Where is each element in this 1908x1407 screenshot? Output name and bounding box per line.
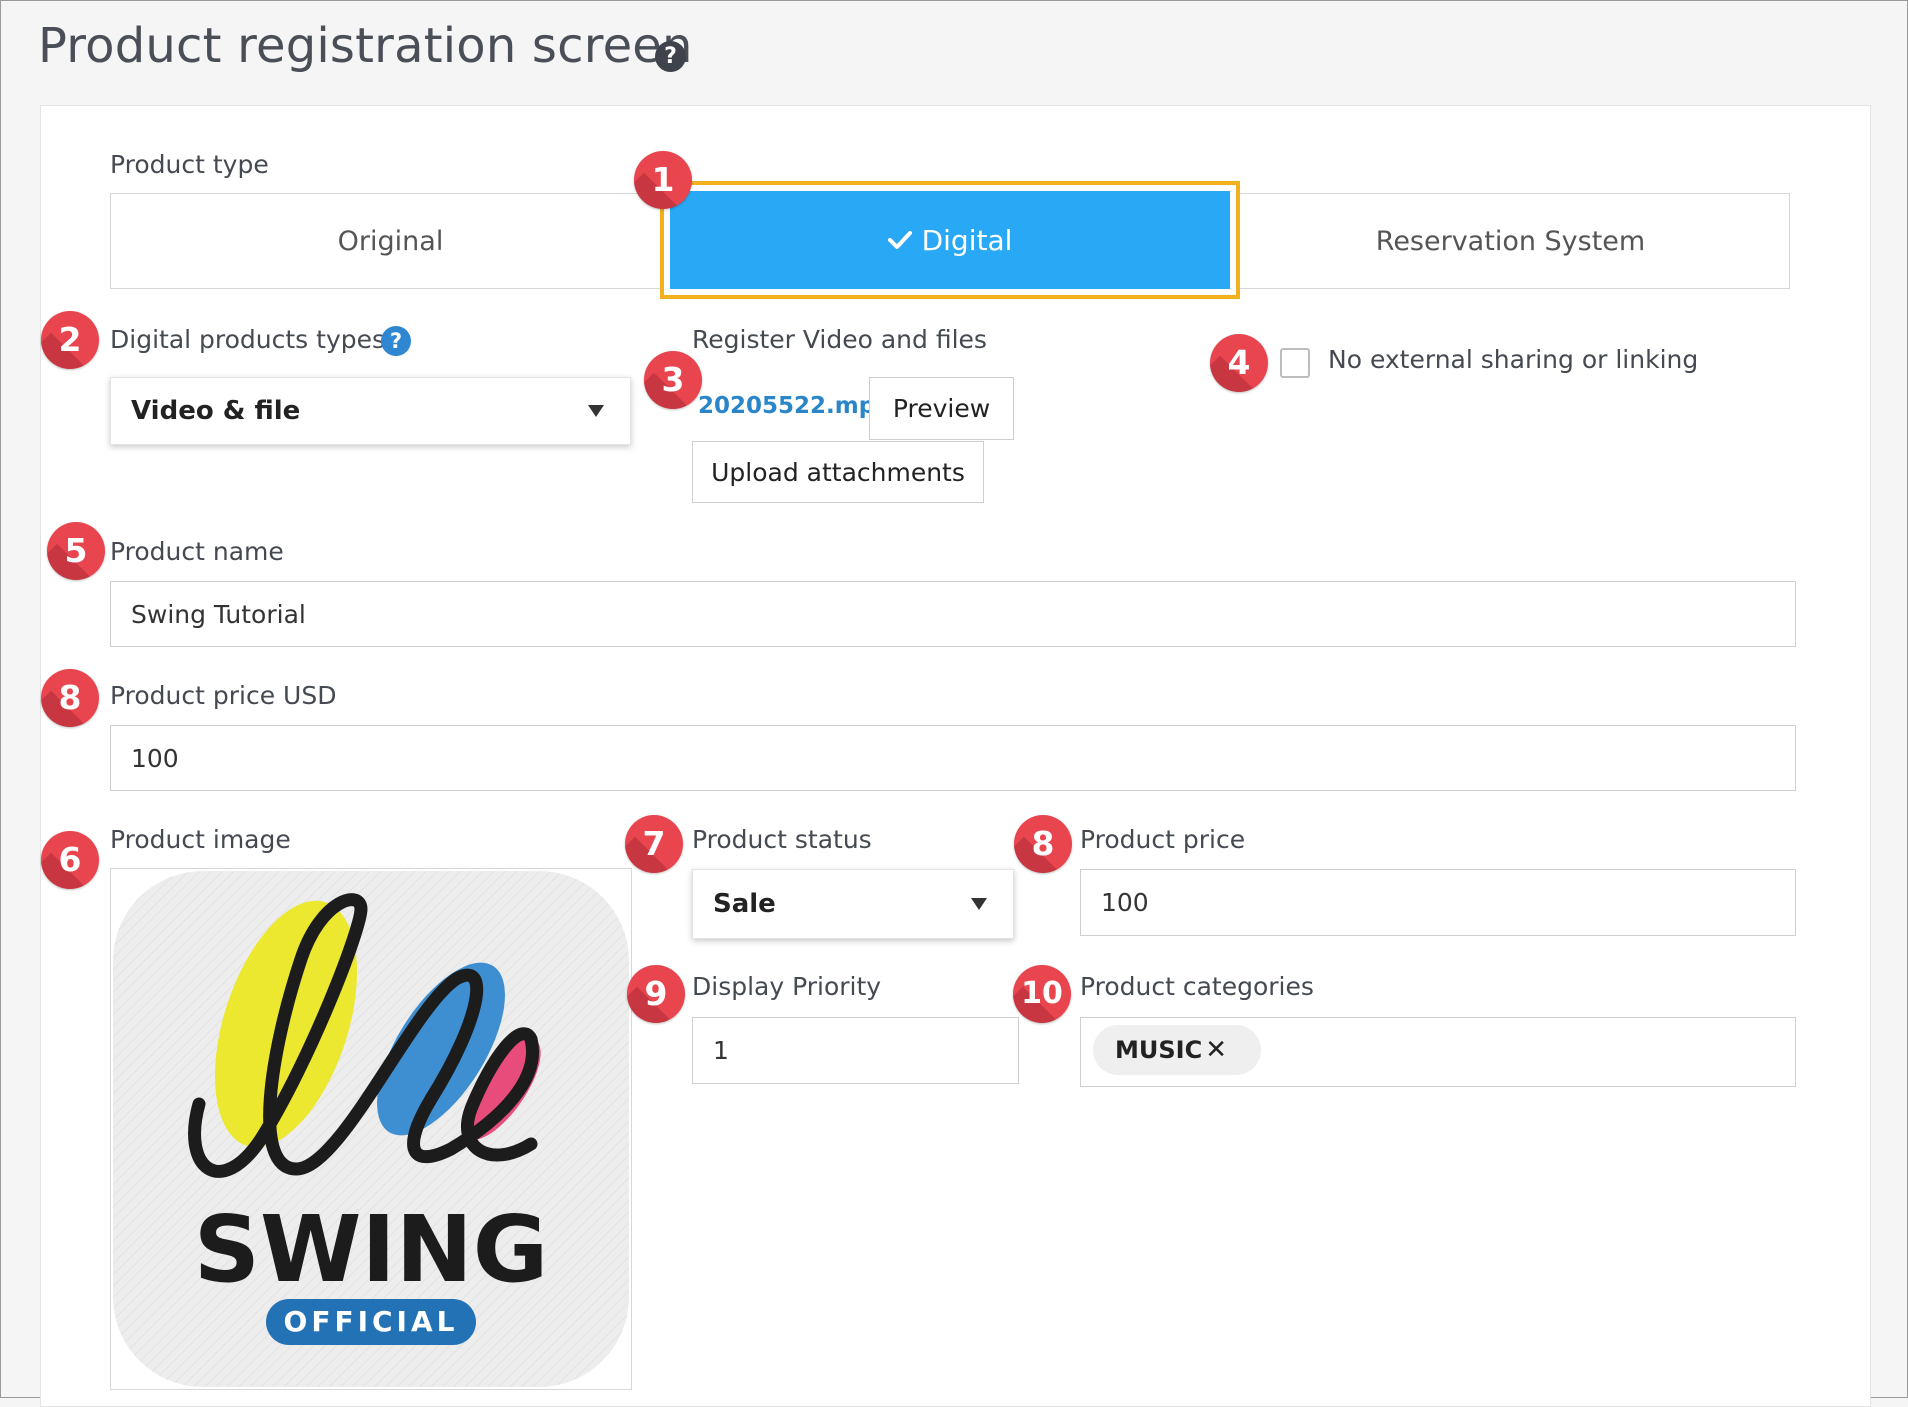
step-badge-9: 9 xyxy=(627,965,685,1023)
badge-number: 5 xyxy=(64,531,88,570)
product-status-label: Product status xyxy=(692,825,872,854)
page-title: Product registration screen xyxy=(38,18,693,74)
display-priority-label: Display Priority xyxy=(692,972,882,1001)
no-sharing-label: No external sharing or linking xyxy=(1328,345,1699,374)
question-circle-icon[interactable]: ? xyxy=(655,41,686,72)
product-status-select[interactable]: Sale xyxy=(692,869,1014,939)
swing-logo-image: SWING OFFICIAL xyxy=(113,871,629,1387)
select-value: Video & file xyxy=(131,396,301,426)
preview-button[interactable]: Preview xyxy=(869,377,1014,440)
register-files-label: Register Video and files xyxy=(692,325,987,354)
file-link[interactable]: 20205522.mp4 xyxy=(698,393,891,419)
badge-number: 4 xyxy=(1227,343,1251,382)
digital-types-label: Digital products types xyxy=(110,325,386,354)
product-name-label: Product name xyxy=(110,537,284,566)
logo-text: SWING xyxy=(194,1196,548,1303)
select-value: Sale xyxy=(713,889,776,919)
step-badge-1: 1 xyxy=(634,151,692,209)
caret-down-icon xyxy=(588,405,604,417)
product-image[interactable]: SWING OFFICIAL xyxy=(110,868,632,1390)
logo-subtext: OFFICIAL xyxy=(284,1305,459,1338)
close-icon[interactable]: ✕ xyxy=(1205,1035,1227,1065)
product-categories-label: Product categories xyxy=(1080,972,1314,1001)
no-sharing-checkbox[interactable] xyxy=(1280,348,1310,378)
option-label: Reservation System xyxy=(1375,225,1646,257)
step-badge-8b: 8 xyxy=(1014,815,1072,873)
price-usd-input[interactable]: 100 xyxy=(110,725,1796,791)
product-name-input[interactable]: Swing Tutorial xyxy=(110,581,1796,647)
badge-number: 8 xyxy=(58,678,82,717)
badge-number: 3 xyxy=(661,360,685,399)
step-badge-7: 7 xyxy=(625,815,683,873)
tag-label: MUSIC xyxy=(1115,1036,1203,1064)
product-type-label: Product type xyxy=(110,150,269,179)
product-image-label: Product image xyxy=(110,825,291,854)
category-tag: MUSIC ✕ xyxy=(1093,1025,1261,1075)
question-circle-icon[interactable]: ? xyxy=(381,326,411,356)
step-badge-10: 10 xyxy=(1013,965,1071,1023)
step-badge-8: 8 xyxy=(41,669,99,727)
digital-selected-fill: Digital xyxy=(670,191,1230,289)
badge-number: 6 xyxy=(58,840,82,879)
badge-number: 10 xyxy=(1021,976,1063,1011)
product-price-input[interactable]: 100 xyxy=(1080,869,1796,936)
step-badge-5: 5 xyxy=(47,522,105,580)
upload-attachments-button[interactable]: Upload attachments xyxy=(692,441,984,503)
step-badge-6: 6 xyxy=(41,831,99,889)
step-badge-2: 2 xyxy=(41,311,99,369)
product-type-digital-option[interactable]: Digital xyxy=(660,181,1240,299)
badge-number: 7 xyxy=(642,824,666,863)
option-label: Original xyxy=(337,225,444,257)
badge-number: 1 xyxy=(651,160,675,199)
product-price-label: Product price xyxy=(1080,825,1246,854)
display-priority-input[interactable]: 1 xyxy=(692,1017,1019,1084)
product-type-original-option[interactable]: Original xyxy=(110,193,671,289)
step-badge-4: 4 xyxy=(1210,334,1268,392)
check-icon xyxy=(887,231,912,249)
price-usd-label: Product price USD xyxy=(110,681,337,710)
badge-number: 9 xyxy=(644,974,668,1013)
digital-types-select[interactable]: Video & file xyxy=(110,377,631,445)
caret-down-icon xyxy=(971,898,987,910)
step-badge-3: 3 xyxy=(644,351,702,409)
option-label: Digital xyxy=(921,223,1013,257)
badge-number: 8 xyxy=(1031,824,1055,863)
product-type-reservation-option[interactable]: Reservation System xyxy=(1231,193,1790,289)
badge-number: 2 xyxy=(58,320,82,359)
